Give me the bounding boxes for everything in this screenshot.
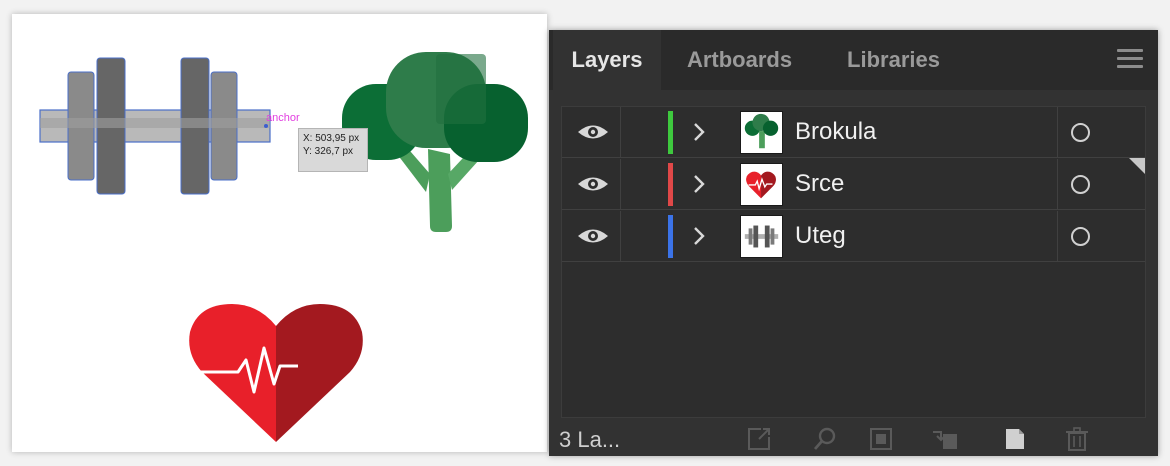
layer-target-circle-icon[interactable] (1071, 123, 1090, 142)
dumbbell-artwork[interactable] (39, 57, 271, 195)
broccoli-artwork[interactable] (342, 52, 528, 232)
new-sublayer-icon[interactable] (931, 426, 959, 452)
chevron-right-icon[interactable] (692, 121, 706, 143)
current-layer-indicator-icon (1129, 158, 1145, 174)
new-layer-icon[interactable] (1001, 426, 1029, 452)
visibility-eye-icon[interactable] (576, 225, 610, 247)
artwork (39, 52, 528, 442)
layer-row-uteg[interactable]: Uteg (562, 211, 1145, 262)
panel-menu-icon[interactable] (1117, 49, 1143, 71)
layer-name[interactable]: Uteg (795, 221, 846, 251)
visibility-eye-icon[interactable] (576, 121, 610, 143)
tab-libraries[interactable]: Libraries (821, 30, 966, 90)
export-asset-icon[interactable] (745, 426, 773, 452)
layer-name[interactable]: Brokula (795, 117, 876, 147)
layer-target-circle-icon[interactable] (1071, 175, 1090, 194)
clipping-mask-icon[interactable] (867, 426, 895, 452)
layer-thumbnail-broccoli-icon (740, 111, 783, 154)
layer-thumbnail-dumbbell-icon (740, 215, 783, 258)
layer-thumbnail-heart-icon (740, 163, 783, 206)
layer-name[interactable]: Srce (795, 169, 844, 199)
panel-tab-bar: Layers Artboards Libraries (549, 30, 1158, 90)
layer-row-brokula[interactable]: Brokula (562, 107, 1145, 158)
layer-color-swatch (668, 111, 673, 154)
layer-count: 3 La... (559, 427, 621, 452)
trash-delete-icon[interactable] (1063, 426, 1091, 452)
anchor-label: anchor (266, 112, 300, 124)
layers-panel: Layers Artboards Libraries Brokula Srce … (549, 30, 1158, 456)
panel-footer: 3 La... (549, 422, 1158, 456)
heart-artwork[interactable] (189, 304, 363, 442)
tab-artboards[interactable]: Artboards (667, 30, 812, 90)
chevron-right-icon[interactable] (692, 225, 706, 247)
tab-layers[interactable]: Layers (553, 30, 661, 90)
layer-target-circle-icon[interactable] (1071, 227, 1090, 246)
layer-color-swatch (668, 163, 673, 206)
layer-row-srce[interactable]: Srce (562, 159, 1145, 210)
locate-object-search-icon[interactable] (811, 426, 839, 452)
coordinate-x: X: 503,95 px (303, 133, 360, 144)
layer-color-swatch (668, 215, 673, 258)
visibility-eye-icon[interactable] (576, 173, 610, 195)
chevron-right-icon[interactable] (692, 173, 706, 195)
coordinate-tooltip: X: 503,95 px Y: 326,7 px (298, 128, 368, 172)
artboard-canvas[interactable]: anchor X: 503,95 px Y: 326,7 px (12, 14, 547, 452)
layers-list: Brokula Srce Uteg (561, 106, 1146, 418)
coordinate-y: Y: 326,7 px (303, 146, 354, 157)
